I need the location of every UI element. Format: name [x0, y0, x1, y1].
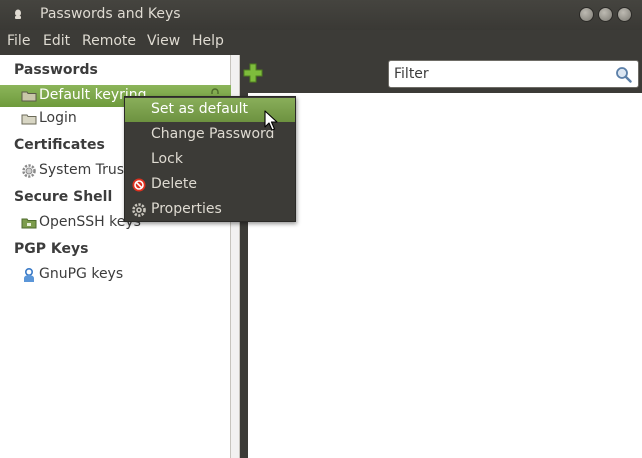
app-icon [15, 9, 21, 19]
menu-item-label: Properties [151, 201, 222, 217]
gear-icon [22, 164, 36, 178]
menu-help[interactable]: Help [192, 33, 224, 49]
section-certificates: Certificates [14, 137, 105, 153]
section-pgp-keys: PGP Keys [14, 241, 89, 257]
folder-icon [21, 218, 37, 229]
menu-item-properties[interactable]: Properties [125, 198, 295, 222]
filter-field[interactable] [388, 60, 639, 88]
menu-item-label: Set as default [151, 101, 249, 117]
folder-icon [21, 91, 37, 102]
section-secure-shell: Secure Shell [14, 189, 113, 205]
delete-icon [132, 178, 146, 192]
sidebar-item-gnupg-keys[interactable]: GnuPG keys [0, 264, 231, 286]
menu-item-delete[interactable]: Delete [125, 173, 295, 197]
toolbar [240, 55, 642, 93]
mouse-cursor-icon [264, 110, 278, 131]
menu-edit[interactable]: Edit [43, 33, 70, 49]
sidebar-item-label: System Trust [39, 162, 130, 178]
sidebar-item-label: Login [39, 110, 77, 126]
window-title: Passwords and Keys [40, 6, 181, 22]
maximize-button[interactable] [598, 7, 613, 22]
menu-file[interactable]: File [7, 33, 30, 49]
menu-view[interactable]: View [147, 33, 180, 49]
minimize-button[interactable] [579, 7, 594, 22]
folder-icon [21, 114, 37, 125]
menu-item-lock[interactable]: Lock [125, 148, 295, 172]
close-button[interactable] [617, 7, 632, 22]
gear-icon [132, 203, 146, 217]
menu-remote[interactable]: Remote [82, 33, 136, 49]
menu-item-label: Delete [151, 176, 197, 192]
title-bar: Passwords and Keys [0, 0, 642, 30]
menu-item-label: Lock [151, 151, 183, 167]
menu-bar: File Edit Remote View Help [0, 30, 642, 55]
section-passwords: Passwords [14, 62, 98, 78]
sidebar-item-label: GnuPG keys [39, 266, 124, 282]
menu-item-label: Change Password [151, 126, 275, 142]
search-icon[interactable] [615, 66, 632, 83]
person-key-icon [24, 267, 34, 282]
add-icon[interactable] [241, 61, 265, 85]
filter-input[interactable] [394, 64, 609, 84]
item-list-view[interactable] [248, 93, 642, 458]
